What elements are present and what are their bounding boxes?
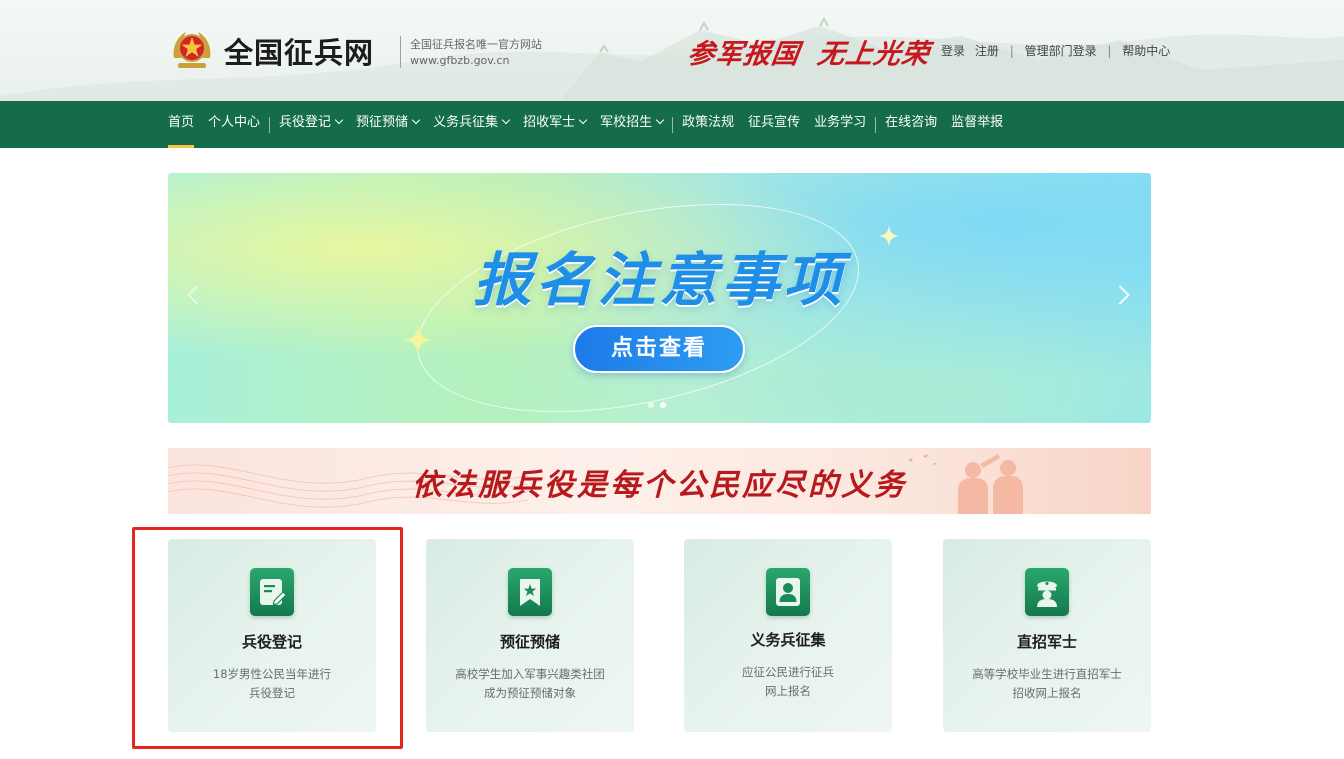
hero-banner[interactable]: 报名注意事项 点击查看: [168, 173, 1151, 423]
slogan-part2: 无上光荣: [815, 39, 932, 70]
nav-item-home[interactable]: 首页: [168, 101, 201, 148]
card-title: 直招军士: [1016, 633, 1077, 651]
card-conscription[interactable]: 义务兵征集 应征公民进行征兵 网上报名: [684, 539, 892, 732]
chevron-down-icon: [655, 115, 665, 125]
chevron-down-icon: [411, 115, 421, 125]
card-desc-line2: 成为预征预储对象: [484, 686, 576, 700]
link-divider: |: [1009, 44, 1014, 58]
chevron-down-icon: [334, 115, 344, 125]
site-url: www.gfbzb.gov.cn: [410, 54, 510, 67]
view-details-button[interactable]: 点击查看: [573, 325, 745, 373]
nav-item-label: 军校招生: [600, 115, 653, 130]
user-badge-icon: [766, 568, 810, 616]
nav-item-report[interactable]: 监督举报: [944, 101, 1010, 148]
card-title: 兵役登记: [241, 633, 302, 651]
card-description: 高等学校毕业生进行直招军士 招收网上报名: [957, 665, 1137, 703]
site-name[interactable]: 全国征兵网: [224, 30, 374, 72]
card-pre-enlistment[interactable]: 预征预储 高校学生加入军事兴趣类社团 成为预征预储对象: [426, 539, 634, 732]
sparkle-icon: [403, 325, 433, 355]
card-description: 18岁男性公民当年进行 兵役登记: [182, 665, 362, 703]
military-emblem-logo[interactable]: [168, 28, 216, 72]
slogan-part1: 参军报国: [685, 39, 802, 70]
nav-item-label: 义务兵征集: [433, 115, 499, 130]
nav-item-label: 政策法规: [682, 115, 735, 130]
nav-divider: [269, 116, 271, 133]
card-description: 高校学生加入军事兴趣类社团 成为预征预储对象: [440, 665, 620, 703]
motto-banner: 依法服兵役是每个公民应尽的义务: [168, 448, 1151, 514]
main-nav: 首页 个人中心 兵役登记 预征预储 义务兵征集 招收军士 军校招生 政策法规 征…: [0, 101, 1344, 148]
nav-item-policies[interactable]: 政策法规: [675, 101, 741, 148]
nav-item-label: 兵役登记: [279, 115, 332, 130]
star-bookmark-icon: [508, 568, 552, 616]
nav-item-label: 征兵宣传: [748, 115, 801, 130]
service-cards: 兵役登记 18岁男性公民当年进行 兵役登记 预征预储 高校学生加入军事兴趣类社团…: [168, 539, 1151, 732]
login-link[interactable]: 登录: [941, 44, 965, 58]
admin-login-link[interactable]: 管理部门登录: [1025, 44, 1097, 58]
nav-item-personal-center[interactable]: 个人中心: [201, 101, 267, 148]
soldier-cap-icon: [1025, 568, 1069, 616]
nav-item-label: 个人中心: [208, 115, 261, 130]
carousel-dots: [648, 402, 666, 408]
edit-document-icon: [250, 568, 294, 616]
banner-title: 报名注意事项: [473, 246, 846, 314]
nav-item-label: 首页: [168, 115, 195, 130]
card-desc-line2: 招收网上报名: [1012, 686, 1082, 700]
nav-item-label: 在线咨询: [885, 115, 938, 130]
nav-divider: [875, 116, 877, 133]
card-nco-recruitment[interactable]: 直招军士 高等学校毕业生进行直招军士 招收网上报名: [943, 539, 1151, 732]
card-desc-line2: 网上报名: [765, 684, 811, 698]
card-military-registration[interactable]: 兵役登记 18岁男性公民当年进行 兵役登记: [168, 539, 376, 732]
card-desc-line2: 兵役登记: [249, 686, 295, 700]
card-desc-line1: 高等学校毕业生进行直招军士: [972, 667, 1122, 681]
nav-item-label: 业务学习: [814, 115, 867, 130]
top-links: 登录 注册 | 管理部门登录 | 帮助中心: [938, 42, 1173, 59]
card-title: 预征预储: [499, 633, 560, 651]
card-description: 应征公民进行征兵 网上报名: [698, 663, 878, 701]
register-link[interactable]: 注册: [975, 44, 999, 58]
link-divider: |: [1107, 44, 1112, 58]
chevron-down-icon: [501, 115, 511, 125]
help-center-link[interactable]: 帮助中心: [1122, 44, 1170, 58]
nav-item-consultation[interactable]: 在线咨询: [878, 101, 944, 148]
site-header: 全国征兵网 全国征兵报名唯一官方网站 www.gfbzb.gov.cn 参军报国…: [0, 0, 1344, 101]
nav-item-military-academy[interactable]: 军校招生: [593, 101, 670, 148]
site-subtitle: 全国征兵报名唯一官方网站 www.gfbzb.gov.cn: [410, 37, 542, 69]
nav-item-conscription[interactable]: 义务兵征集: [426, 101, 516, 148]
card-desc-line1: 高校学生加入军事兴趣类社团: [455, 667, 605, 681]
card-desc-line1: 18岁男性公民当年进行: [212, 667, 332, 681]
card-desc-line1: 应征公民进行征兵: [742, 665, 834, 679]
site-subtitle-line1: 全国征兵报名唯一官方网站: [410, 38, 542, 51]
nav-item-nco-recruitment[interactable]: 招收军士: [516, 101, 593, 148]
header-divider: [400, 36, 401, 68]
nav-item-publicity[interactable]: 征兵宣传: [741, 101, 807, 148]
nav-item-label: 招收军士: [523, 115, 576, 130]
card-title: 义务兵征集: [750, 631, 826, 649]
chevron-down-icon: [578, 115, 588, 125]
calligraphy-slogan: 参军报国 无上光荣: [685, 32, 948, 71]
nav-item-label: 预征预储: [356, 115, 409, 130]
nav-item-label: 监督举报: [951, 115, 1004, 130]
nav-item-study[interactable]: 业务学习: [807, 101, 873, 148]
carousel-dot[interactable]: [648, 402, 654, 408]
nav-item-pre-enlistment[interactable]: 预征预储: [349, 101, 426, 148]
nav-item-registration[interactable]: 兵役登记: [272, 101, 349, 148]
motto-text: 依法服兵役是每个公民应尽的义务: [412, 468, 907, 503]
carousel-dot-active[interactable]: [660, 402, 666, 408]
nav-divider: [672, 116, 674, 133]
